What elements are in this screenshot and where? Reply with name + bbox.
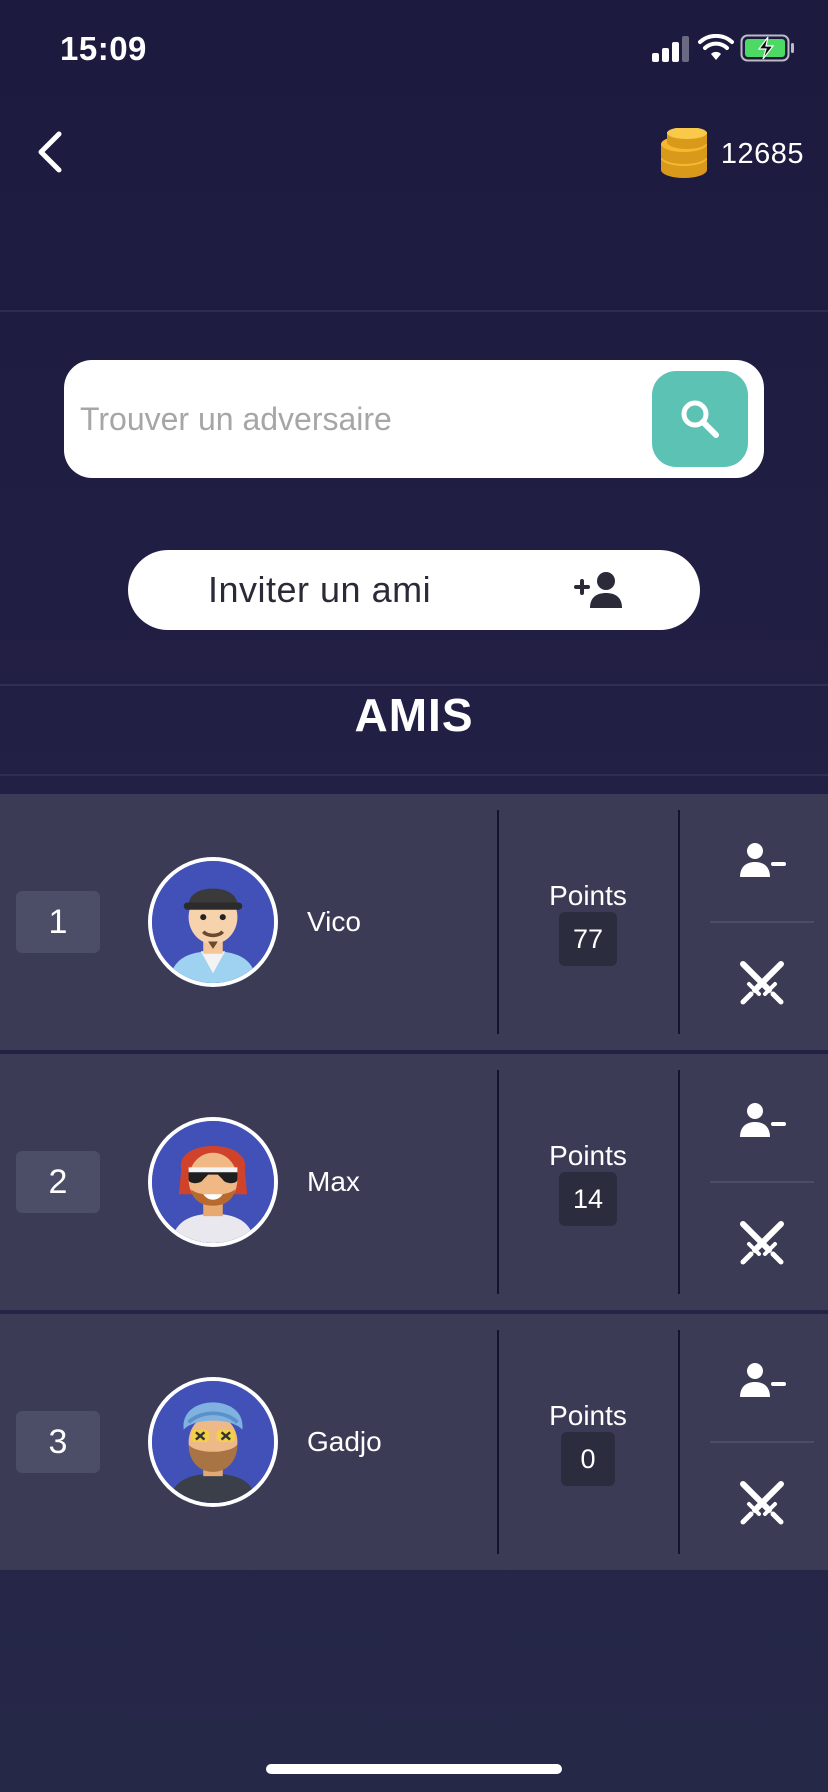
friend-name: Vico <box>307 906 361 937</box>
remove-friend-button[interactable] <box>710 1338 814 1422</box>
points-label: Points <box>549 1400 627 1431</box>
friend-name: Gadjo <box>307 1426 382 1457</box>
coin-balance: 12685 <box>657 126 804 182</box>
action-divider <box>710 921 814 923</box>
avatar[interactable] <box>148 857 278 987</box>
friend-row: 1 Vico Points 77 <box>0 794 828 1050</box>
invite-friend-label: Inviter un ami <box>208 569 432 610</box>
search-bar <box>64 360 764 478</box>
wifi-icon <box>698 34 734 60</box>
remove-user-icon <box>740 1103 786 1137</box>
points-value: 0 <box>561 1432 615 1486</box>
section-divider-top <box>0 684 828 686</box>
battery-charging-icon <box>740 34 794 62</box>
section-divider-bottom <box>0 774 828 776</box>
home-indicator[interactable] <box>266 1764 562 1774</box>
crossed-swords-icon <box>740 961 784 1005</box>
friends-list: 1 Vico Points 77 2 Max Points 14 3 Gadjo… <box>0 794 828 1574</box>
crossed-swords-icon <box>740 1221 784 1265</box>
avatar-cap-man-icon <box>152 861 274 983</box>
remove-friend-button[interactable] <box>710 1078 814 1162</box>
column-divider <box>497 810 499 1034</box>
rank-badge: 1 <box>16 891 100 953</box>
status-bar: 15:09 <box>0 0 828 100</box>
chevron-left-icon <box>38 131 62 173</box>
action-divider <box>710 1441 814 1443</box>
status-time: 15:09 <box>60 30 147 67</box>
remove-user-icon <box>740 843 786 877</box>
friend-name: Max <box>307 1166 360 1197</box>
cellular-signal-icon <box>652 36 692 62</box>
remove-friend-button[interactable] <box>710 818 814 902</box>
coin-count: 12685 <box>720 137 804 170</box>
avatar[interactable] <box>148 1377 278 1507</box>
challenge-button[interactable] <box>710 1460 814 1546</box>
remove-user-icon <box>740 1363 786 1397</box>
coin-stack-icon <box>660 128 707 178</box>
section-title: AMIS <box>354 689 474 741</box>
column-divider <box>678 810 680 1034</box>
points-value: 14 <box>558 1172 618 1226</box>
crossed-swords-icon <box>740 1481 784 1525</box>
points-label: Points <box>549 1140 627 1171</box>
search-icon <box>681 400 719 438</box>
column-divider <box>678 1330 680 1554</box>
column-divider <box>678 1070 680 1294</box>
column-divider <box>497 1330 499 1554</box>
add-user-icon <box>574 572 622 608</box>
friend-row: 2 Max Points 14 <box>0 1054 828 1310</box>
rank-badge: 2 <box>16 1151 100 1213</box>
action-divider <box>710 1181 814 1183</box>
challenge-button[interactable] <box>710 940 814 1026</box>
avatar-turban-beard-icon <box>152 1381 274 1503</box>
invite-friend-button[interactable]: Inviter un ami <box>128 550 700 630</box>
rank-badge: 3 <box>16 1411 100 1473</box>
search-button[interactable] <box>652 371 748 467</box>
friend-row: 3 Gadjo Points 0 <box>0 1314 828 1570</box>
challenge-button[interactable] <box>710 1200 814 1286</box>
search-input[interactable] <box>80 380 620 458</box>
column-divider <box>497 1070 499 1294</box>
avatar-redhair-sunglasses-icon <box>152 1121 274 1243</box>
back-button[interactable] <box>22 124 78 180</box>
points-value: 77 <box>558 912 618 966</box>
header-divider <box>0 310 828 312</box>
avatar[interactable] <box>148 1117 278 1247</box>
points-label: Points <box>549 880 627 911</box>
